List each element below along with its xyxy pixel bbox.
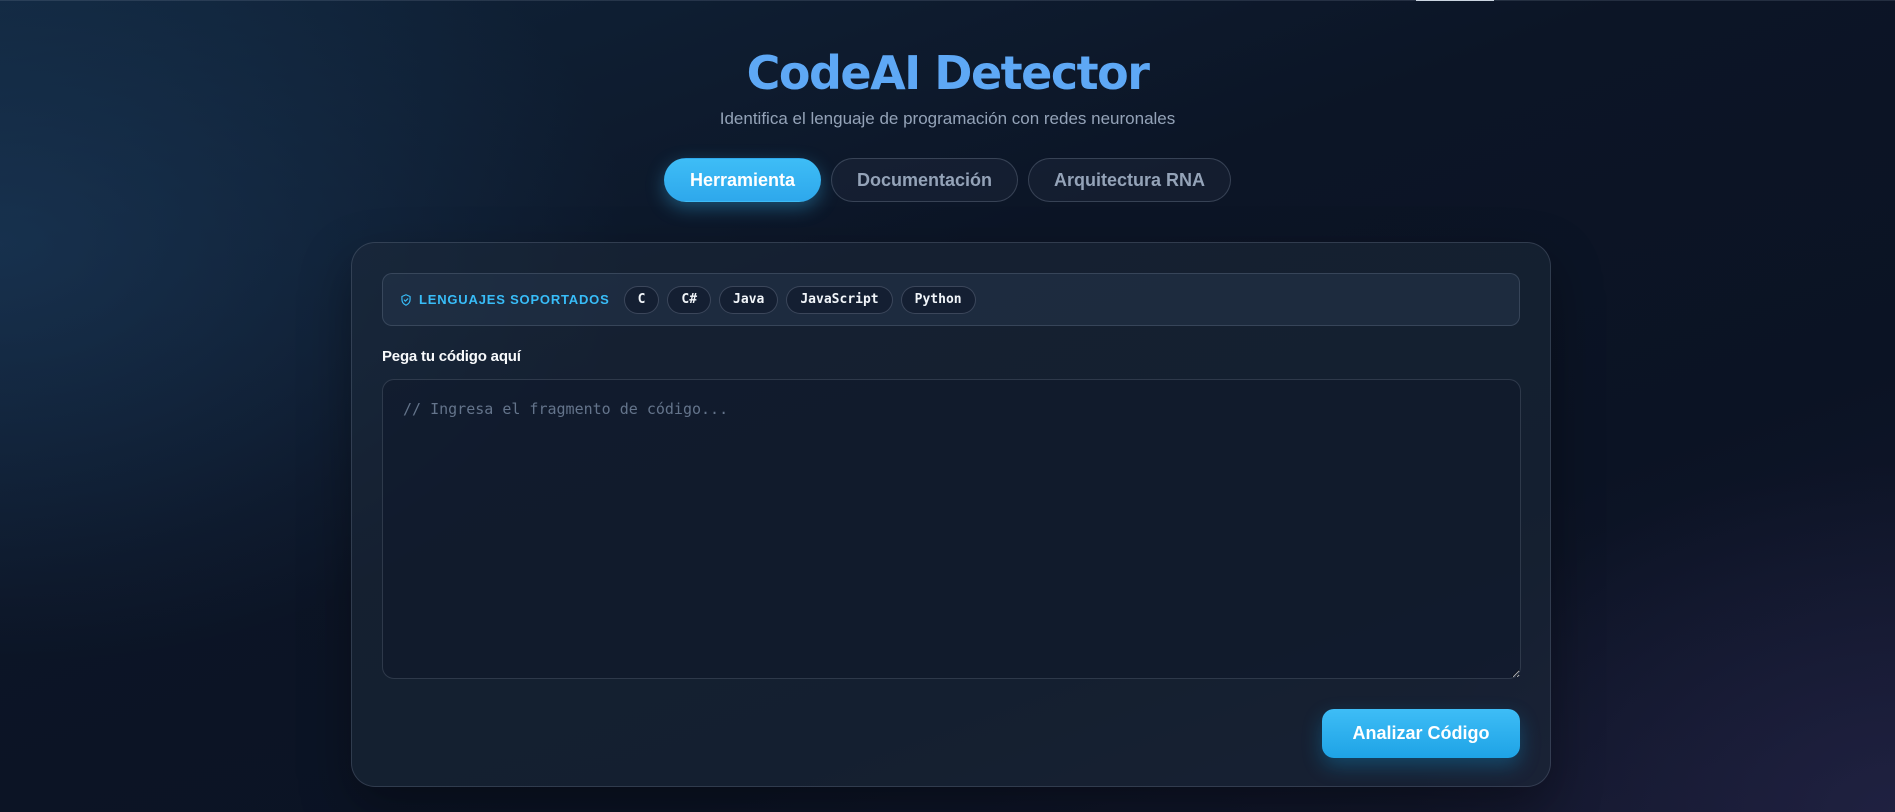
tab-documentacion[interactable]: Documentación <box>831 158 1019 202</box>
code-input[interactable] <box>382 379 1521 679</box>
analyze-code-button[interactable]: Analizar Código <box>1322 709 1520 758</box>
main-tabs: Herramienta Documentación Arquitectura R… <box>0 158 1895 202</box>
supported-languages-bar: LENGUAJES SOPORTADOS C C# Java JavaScrip… <box>382 273 1520 326</box>
language-chip-java: Java <box>719 285 779 314</box>
supported-languages-heading: LENGUAJES SOPORTADOS <box>399 292 610 307</box>
code-input-label: Pega tu código aquí <box>382 348 521 365</box>
language-chip-csharp: C# <box>667 285 712 314</box>
page-header: CodeAI Detector Identifica el lenguaje d… <box>0 0 1895 134</box>
shield-check-icon <box>401 293 411 306</box>
actions-row: Analizar Código <box>382 709 1520 758</box>
tab-indicator <box>1416 0 1494 1</box>
tab-arquitectura-rna[interactable]: Arquitectura RNA <box>1028 158 1232 202</box>
tab-herramienta[interactable]: Herramienta <box>663 158 821 202</box>
page-title: CodeAI Detector <box>746 46 1150 100</box>
browser-top-rule <box>0 0 1895 1</box>
language-chip-c: C <box>623 285 660 314</box>
language-chip-python: Python <box>900 285 976 314</box>
page-subtitle: Identifica el lenguaje de programación c… <box>719 109 1176 128</box>
language-chip-javascript: JavaScript <box>786 285 893 314</box>
supported-languages-label: LENGUAJES SOPORTADOS <box>419 292 610 307</box>
detector-card: LENGUAJES SOPORTADOS C C# Java JavaScrip… <box>351 242 1551 787</box>
